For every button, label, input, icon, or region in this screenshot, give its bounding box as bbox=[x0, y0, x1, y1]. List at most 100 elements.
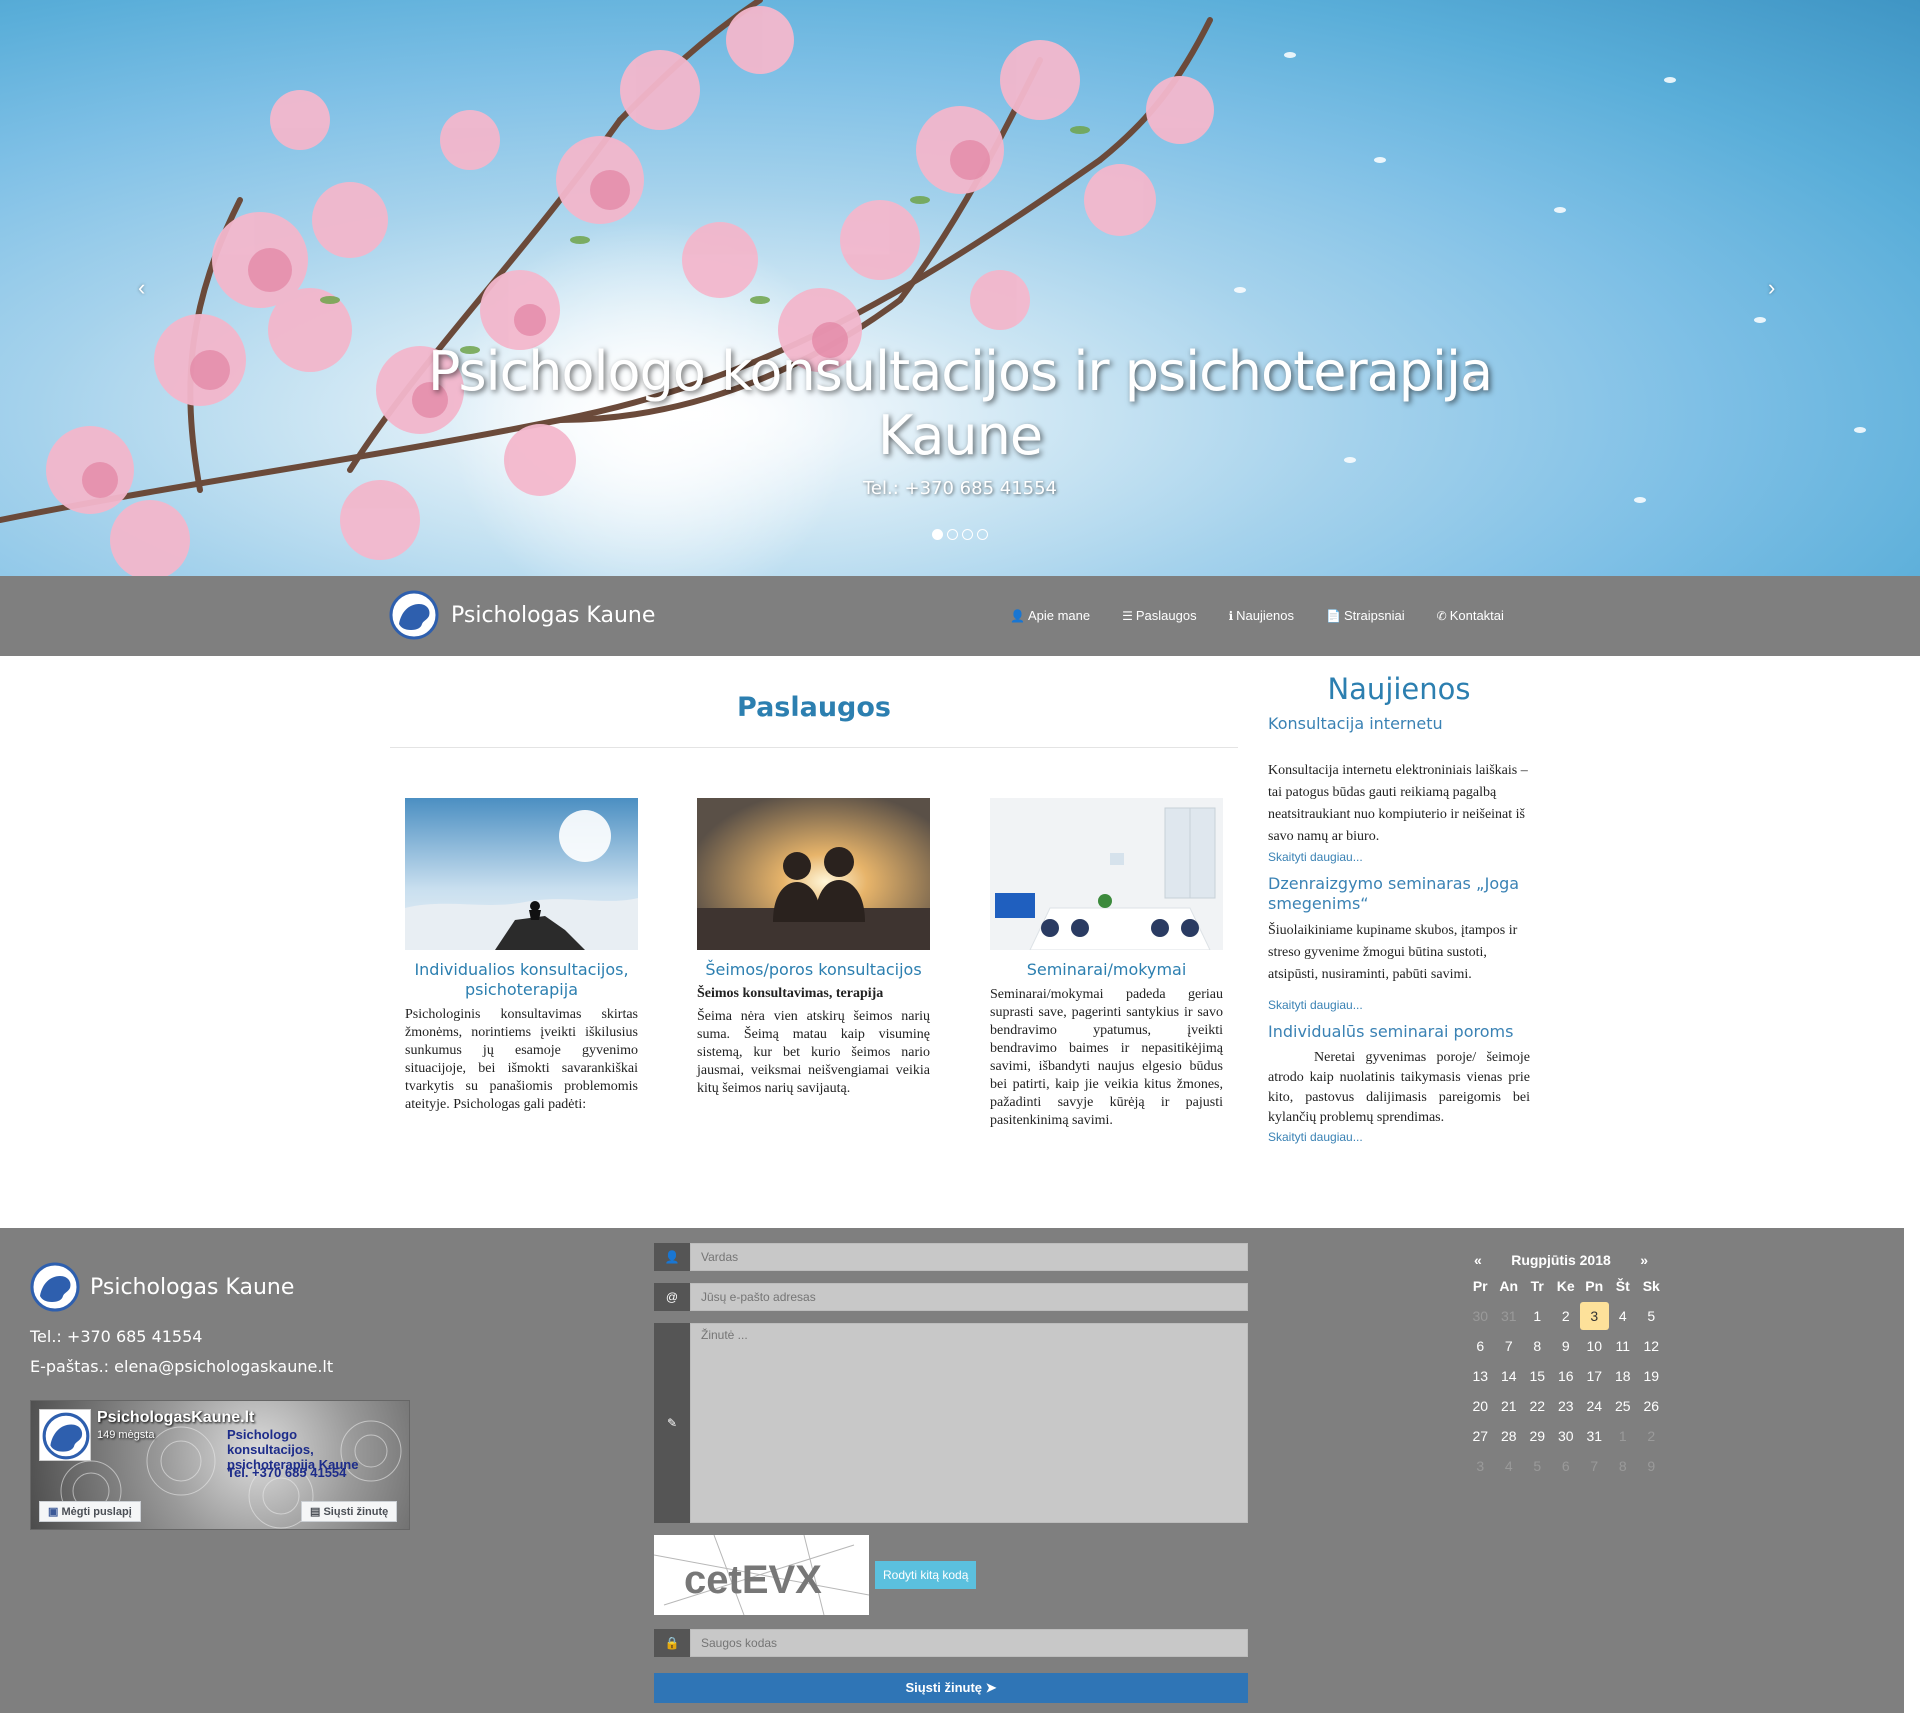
calendar-day[interactable]: 8 bbox=[1523, 1332, 1552, 1360]
calendar-day[interactable]: 22 bbox=[1523, 1392, 1552, 1420]
calendar-day[interactable]: 30 bbox=[1466, 1302, 1495, 1330]
news-item-title[interactable]: Konsultacija internetu bbox=[1268, 714, 1530, 734]
carousel-dot-2[interactable] bbox=[947, 529, 958, 540]
calendar-day[interactable]: 26 bbox=[1637, 1392, 1666, 1420]
calendar-day[interactable]: 3 bbox=[1580, 1302, 1609, 1330]
news-item-text: Konsultacija internetu elektroniniais la… bbox=[1268, 763, 1528, 844]
calendar-day[interactable]: 2 bbox=[1552, 1302, 1581, 1330]
calendar-day[interactable]: 17 bbox=[1580, 1362, 1609, 1390]
calendar-day[interactable]: 4 bbox=[1495, 1452, 1524, 1480]
name-input[interactable] bbox=[690, 1243, 1248, 1271]
footer: Psichologas Kaune Tel.: +370 685 41554 E… bbox=[0, 1228, 1904, 1713]
calendar-day[interactable]: 4 bbox=[1609, 1302, 1638, 1330]
footer-brand[interactable]: Psichologas Kaune bbox=[30, 1262, 294, 1312]
calendar-day[interactable]: 6 bbox=[1552, 1452, 1581, 1480]
nav-item-apie-mane[interactable]: 👤 Apie mane bbox=[1010, 608, 1090, 623]
calendar-day[interactable]: 3 bbox=[1466, 1452, 1495, 1480]
calendar-day[interactable]: 9 bbox=[1637, 1452, 1666, 1480]
calendar-day[interactable]: 19 bbox=[1637, 1362, 1666, 1390]
calendar-day[interactable]: 2 bbox=[1637, 1422, 1666, 1450]
calendar-day[interactable]: 10 bbox=[1580, 1332, 1609, 1360]
calendar-day[interactable]: 24 bbox=[1580, 1392, 1609, 1420]
calendar-day[interactable]: 14 bbox=[1495, 1362, 1524, 1390]
calendar-day[interactable]: 21 bbox=[1495, 1392, 1524, 1420]
calendar-day[interactable]: 6 bbox=[1466, 1332, 1495, 1360]
carousel-next-arrow[interactable]: › bbox=[1768, 275, 1775, 301]
message-row: ✎ bbox=[654, 1323, 1248, 1523]
fb-page-name[interactable]: PsichologasKaune.lt bbox=[97, 1409, 254, 1427]
calendar-day[interactable]: 29 bbox=[1523, 1422, 1552, 1450]
calendar-day[interactable]: 1 bbox=[1523, 1302, 1552, 1330]
calendar-day[interactable]: 1 bbox=[1609, 1422, 1638, 1450]
nav-label: Naujienos bbox=[1236, 608, 1294, 623]
refresh-captcha-button[interactable]: Rodyti kitą kodą bbox=[875, 1561, 977, 1589]
carousel-dot-4[interactable] bbox=[977, 529, 988, 540]
service-text: Šeima nėra vien atskirų šeimos narių sum… bbox=[697, 1009, 930, 1096]
nav-label: Paslaugos bbox=[1135, 608, 1197, 623]
calendar-next-button[interactable]: » bbox=[1640, 1252, 1648, 1268]
fb-cover-phone: Tel. +370 685 41554 bbox=[227, 1465, 347, 1480]
nav-label: Kontaktai bbox=[1449, 608, 1504, 623]
read-more-link[interactable]: Skaityti daugiau... bbox=[1268, 1130, 1530, 1144]
calendar-day[interactable]: 30 bbox=[1552, 1422, 1581, 1450]
document-icon: 📄 bbox=[1325, 608, 1341, 623]
calendar-day[interactable]: 13 bbox=[1466, 1362, 1495, 1390]
nav-item-naujienos[interactable]: ℹ Naujienos bbox=[1229, 608, 1294, 623]
service-image-family[interactable] bbox=[697, 798, 930, 950]
news-sidebar: Naujienos Konsultacija internetu Konsult… bbox=[1268, 672, 1530, 1144]
calendar-day[interactable]: 9 bbox=[1552, 1332, 1581, 1360]
calendar-day[interactable]: 5 bbox=[1523, 1452, 1552, 1480]
code-row: 🔒 bbox=[654, 1629, 1248, 1657]
calendar-day[interactable]: 8 bbox=[1609, 1452, 1638, 1480]
calendar-day[interactable]: 31 bbox=[1580, 1422, 1609, 1450]
calendar-day[interactable]: 23 bbox=[1552, 1392, 1581, 1420]
read-more-link[interactable]: Skaityti daugiau... bbox=[1268, 850, 1530, 864]
send-message-button[interactable]: Siųsti žinutę ➤ bbox=[654, 1673, 1248, 1703]
info-icon: ℹ bbox=[1228, 608, 1234, 623]
footer-email[interactable]: E-paštas.: elena@psichologaskaune.lt bbox=[30, 1352, 333, 1382]
calendar-day[interactable]: 18 bbox=[1609, 1362, 1638, 1390]
name-row: 👤 bbox=[654, 1243, 1248, 1271]
service-title[interactable]: Seminarai/mokymai bbox=[990, 960, 1223, 980]
calendar-day[interactable]: 11 bbox=[1609, 1332, 1638, 1360]
brand-text: Psichologas Kaune bbox=[451, 602, 656, 628]
calendar-day[interactable]: 31 bbox=[1495, 1302, 1524, 1330]
calendar-day[interactable]: 7 bbox=[1580, 1452, 1609, 1480]
email-input[interactable] bbox=[690, 1283, 1248, 1311]
calendar-day[interactable]: 28 bbox=[1495, 1422, 1524, 1450]
calendar-prev-button[interactable]: « bbox=[1474, 1252, 1482, 1268]
service-card: Šeimos/poros konsultacijos Šeimos konsul… bbox=[697, 798, 930, 1098]
news-item-title[interactable]: Dzenraizgymo seminaras „Joga smegenims“ bbox=[1268, 874, 1530, 914]
service-title[interactable]: Šeimos/poros konsultacijos bbox=[697, 960, 930, 980]
news-item-title[interactable]: Individualūs seminarai poroms bbox=[1268, 1022, 1530, 1042]
brand-link[interactable]: Psichologas Kaune bbox=[389, 590, 655, 640]
nav-item-kontaktai[interactable]: ✆ Kontaktai bbox=[1437, 608, 1504, 623]
news-heading: Naujienos bbox=[1327, 672, 1471, 706]
calendar-day[interactable]: 20 bbox=[1466, 1392, 1495, 1420]
nav-item-straipsniai[interactable]: 📄 Straipsniai bbox=[1326, 608, 1405, 623]
service-image-individual[interactable] bbox=[405, 798, 638, 950]
fb-like-button[interactable]: ▣ Mėgti puslapį bbox=[39, 1501, 141, 1522]
calendar-day[interactable]: 12 bbox=[1637, 1332, 1666, 1360]
calendar-day[interactable]: 15 bbox=[1523, 1362, 1552, 1390]
carousel-dot-3[interactable] bbox=[962, 529, 973, 540]
calendar-day[interactable]: 16 bbox=[1552, 1362, 1581, 1390]
calendar-day[interactable]: 5 bbox=[1637, 1302, 1666, 1330]
carousel-dot-1[interactable] bbox=[932, 529, 943, 540]
message-textarea[interactable] bbox=[690, 1323, 1248, 1523]
facebook-page-widget[interactable]: PsichologasKaune.lt 149 mėgsta Psicholog… bbox=[30, 1400, 410, 1530]
fb-message-button[interactable]: ▤ Siųsti žinutę bbox=[301, 1501, 398, 1522]
calendar-day[interactable]: 7 bbox=[1495, 1332, 1524, 1360]
divider bbox=[390, 747, 1238, 748]
logo-icon bbox=[389, 590, 439, 640]
service-title[interactable]: Individualios konsultacijos, psichoterap… bbox=[405, 960, 638, 1000]
carousel-prev-arrow[interactable]: ‹ bbox=[138, 275, 145, 301]
calendar-day[interactable]: 25 bbox=[1609, 1392, 1638, 1420]
service-image-seminars[interactable] bbox=[990, 798, 1223, 950]
brand-text: Psichologas Kaune bbox=[90, 1274, 295, 1300]
nav-item-paslaugos[interactable]: ☰ Paslaugos bbox=[1122, 608, 1196, 623]
fb-message-label: Siųsti žinutę bbox=[323, 1506, 389, 1518]
calendar-day[interactable]: 27 bbox=[1466, 1422, 1495, 1450]
security-code-input[interactable] bbox=[690, 1629, 1248, 1657]
read-more-link[interactable]: Skaityti daugiau... bbox=[1268, 998, 1530, 1012]
